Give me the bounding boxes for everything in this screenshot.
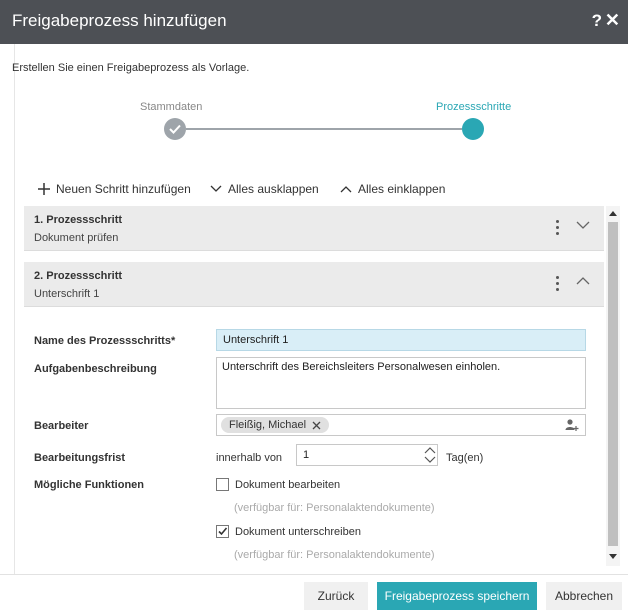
description-textarea[interactable]: Unterschrift des Bereichsleiters Persona… [216, 357, 586, 409]
expand-all-label: Alles ausklappen [228, 182, 319, 196]
collapse-all-label: Alles einklappen [358, 182, 446, 196]
step-active-dot [462, 118, 484, 140]
edit-document-note: (verfügbar für: Personalaktendokumente) [234, 502, 435, 514]
close-button[interactable]: ✕ [605, 10, 620, 31]
add-step-label: Neuen Schritt hinzufügen [56, 182, 191, 196]
step-label-stammdaten[interactable]: Stammdaten [140, 101, 202, 113]
scrollbar-thumb[interactable] [608, 222, 618, 546]
assignee-chip: Fleißig, Michael [221, 417, 330, 433]
scroll-down-icon[interactable] [609, 554, 617, 560]
assignee-label: Bearbeiter [34, 420, 89, 432]
stepper-connector [186, 128, 462, 130]
process-steps-list: 1. Prozessschritt Dokument prüfen 2. Pro… [24, 206, 620, 566]
number-spinner-icon[interactable] [422, 445, 438, 465]
steps-toolbar: Neuen Schritt hinzufügen Alles ausklappe… [0, 179, 628, 199]
wizard-stepper: Stammdaten Prozessschritte [0, 100, 628, 150]
sign-document-note: (verfügbar für: Personalaktendokumente) [234, 549, 435, 561]
add-step-button[interactable]: Neuen Schritt hinzufügen [38, 179, 191, 199]
help-button[interactable]: ? [592, 11, 602, 31]
deadline-prefix: innerhalb von [216, 452, 283, 464]
remove-chip-icon[interactable] [312, 421, 321, 430]
chevron-up-icon[interactable] [576, 276, 590, 286]
step-label-prozessschritte: Prozessschritte [436, 101, 512, 113]
scroll-up-icon[interactable] [609, 210, 617, 216]
expand-all-button[interactable]: Alles ausklappen [210, 179, 319, 199]
deadline-days-input[interactable] [296, 444, 438, 466]
chevron-down-icon [210, 185, 222, 192]
deadline-unit: Tag(en) [446, 452, 484, 464]
chevron-down-icon[interactable] [576, 220, 590, 230]
dialog-subtitle: Erstellen Sie einen Freigabeprozess als … [12, 62, 250, 74]
process-step-subtitle: Dokument prüfen [34, 232, 119, 244]
sign-document-checkbox[interactable] [216, 525, 229, 538]
step-completed-dot[interactable] [164, 118, 186, 140]
sign-document-label: Dokument unterschreiben [235, 526, 361, 538]
save-process-button[interactable]: Freigabeprozess speichern [377, 582, 537, 610]
edit-document-checkbox[interactable] [216, 478, 229, 491]
plus-icon [38, 183, 50, 195]
vertical-scrollbar[interactable] [606, 206, 620, 566]
more-options-icon[interactable] [556, 276, 560, 292]
process-step-subtitle: Unterschrift 1 [34, 288, 100, 300]
dialog-titlebar: Freigabeprozess hinzufügen ? ✕ [0, 0, 628, 44]
add-person-icon[interactable] [565, 418, 579, 432]
name-label: Name des Prozessschritts* [34, 335, 176, 347]
process-step-form: Name des Prozessschritts* Aufgabenbeschr… [24, 307, 604, 566]
step-name-input[interactable] [216, 329, 586, 351]
collapse-all-button[interactable]: Alles einklappen [340, 179, 445, 199]
process-step-title: 1. Prozessschritt [34, 214, 123, 226]
cancel-button[interactable]: Abbrechen [546, 582, 622, 610]
edit-document-label: Dokument bearbeiten [235, 479, 341, 491]
functions-label: Mögliche Funktionen [34, 479, 144, 491]
check-icon [218, 527, 228, 536]
chevron-up-icon [340, 186, 352, 193]
process-step-header-2[interactable]: 2. Prozessschritt Unterschrift 1 [24, 262, 604, 307]
dialog-title: Freigabeprozess hinzufügen [12, 11, 227, 30]
check-icon [169, 124, 181, 134]
assignee-field[interactable]: Fleißig, Michael [216, 414, 586, 436]
back-button[interactable]: Zurück [304, 582, 368, 610]
process-step-header-1[interactable]: 1. Prozessschritt Dokument prüfen [24, 206, 604, 251]
dialog-footer: Zurück Freigabeprozess speichern Abbrech… [0, 574, 628, 611]
description-label: Aufgabenbeschreibung [34, 363, 157, 375]
assignee-chip-label: Fleißig, Michael [229, 419, 307, 431]
deadline-label: Bearbeitungsfrist [34, 452, 126, 464]
more-options-icon[interactable] [556, 220, 560, 236]
process-step-title: 2. Prozessschritt [34, 270, 123, 282]
